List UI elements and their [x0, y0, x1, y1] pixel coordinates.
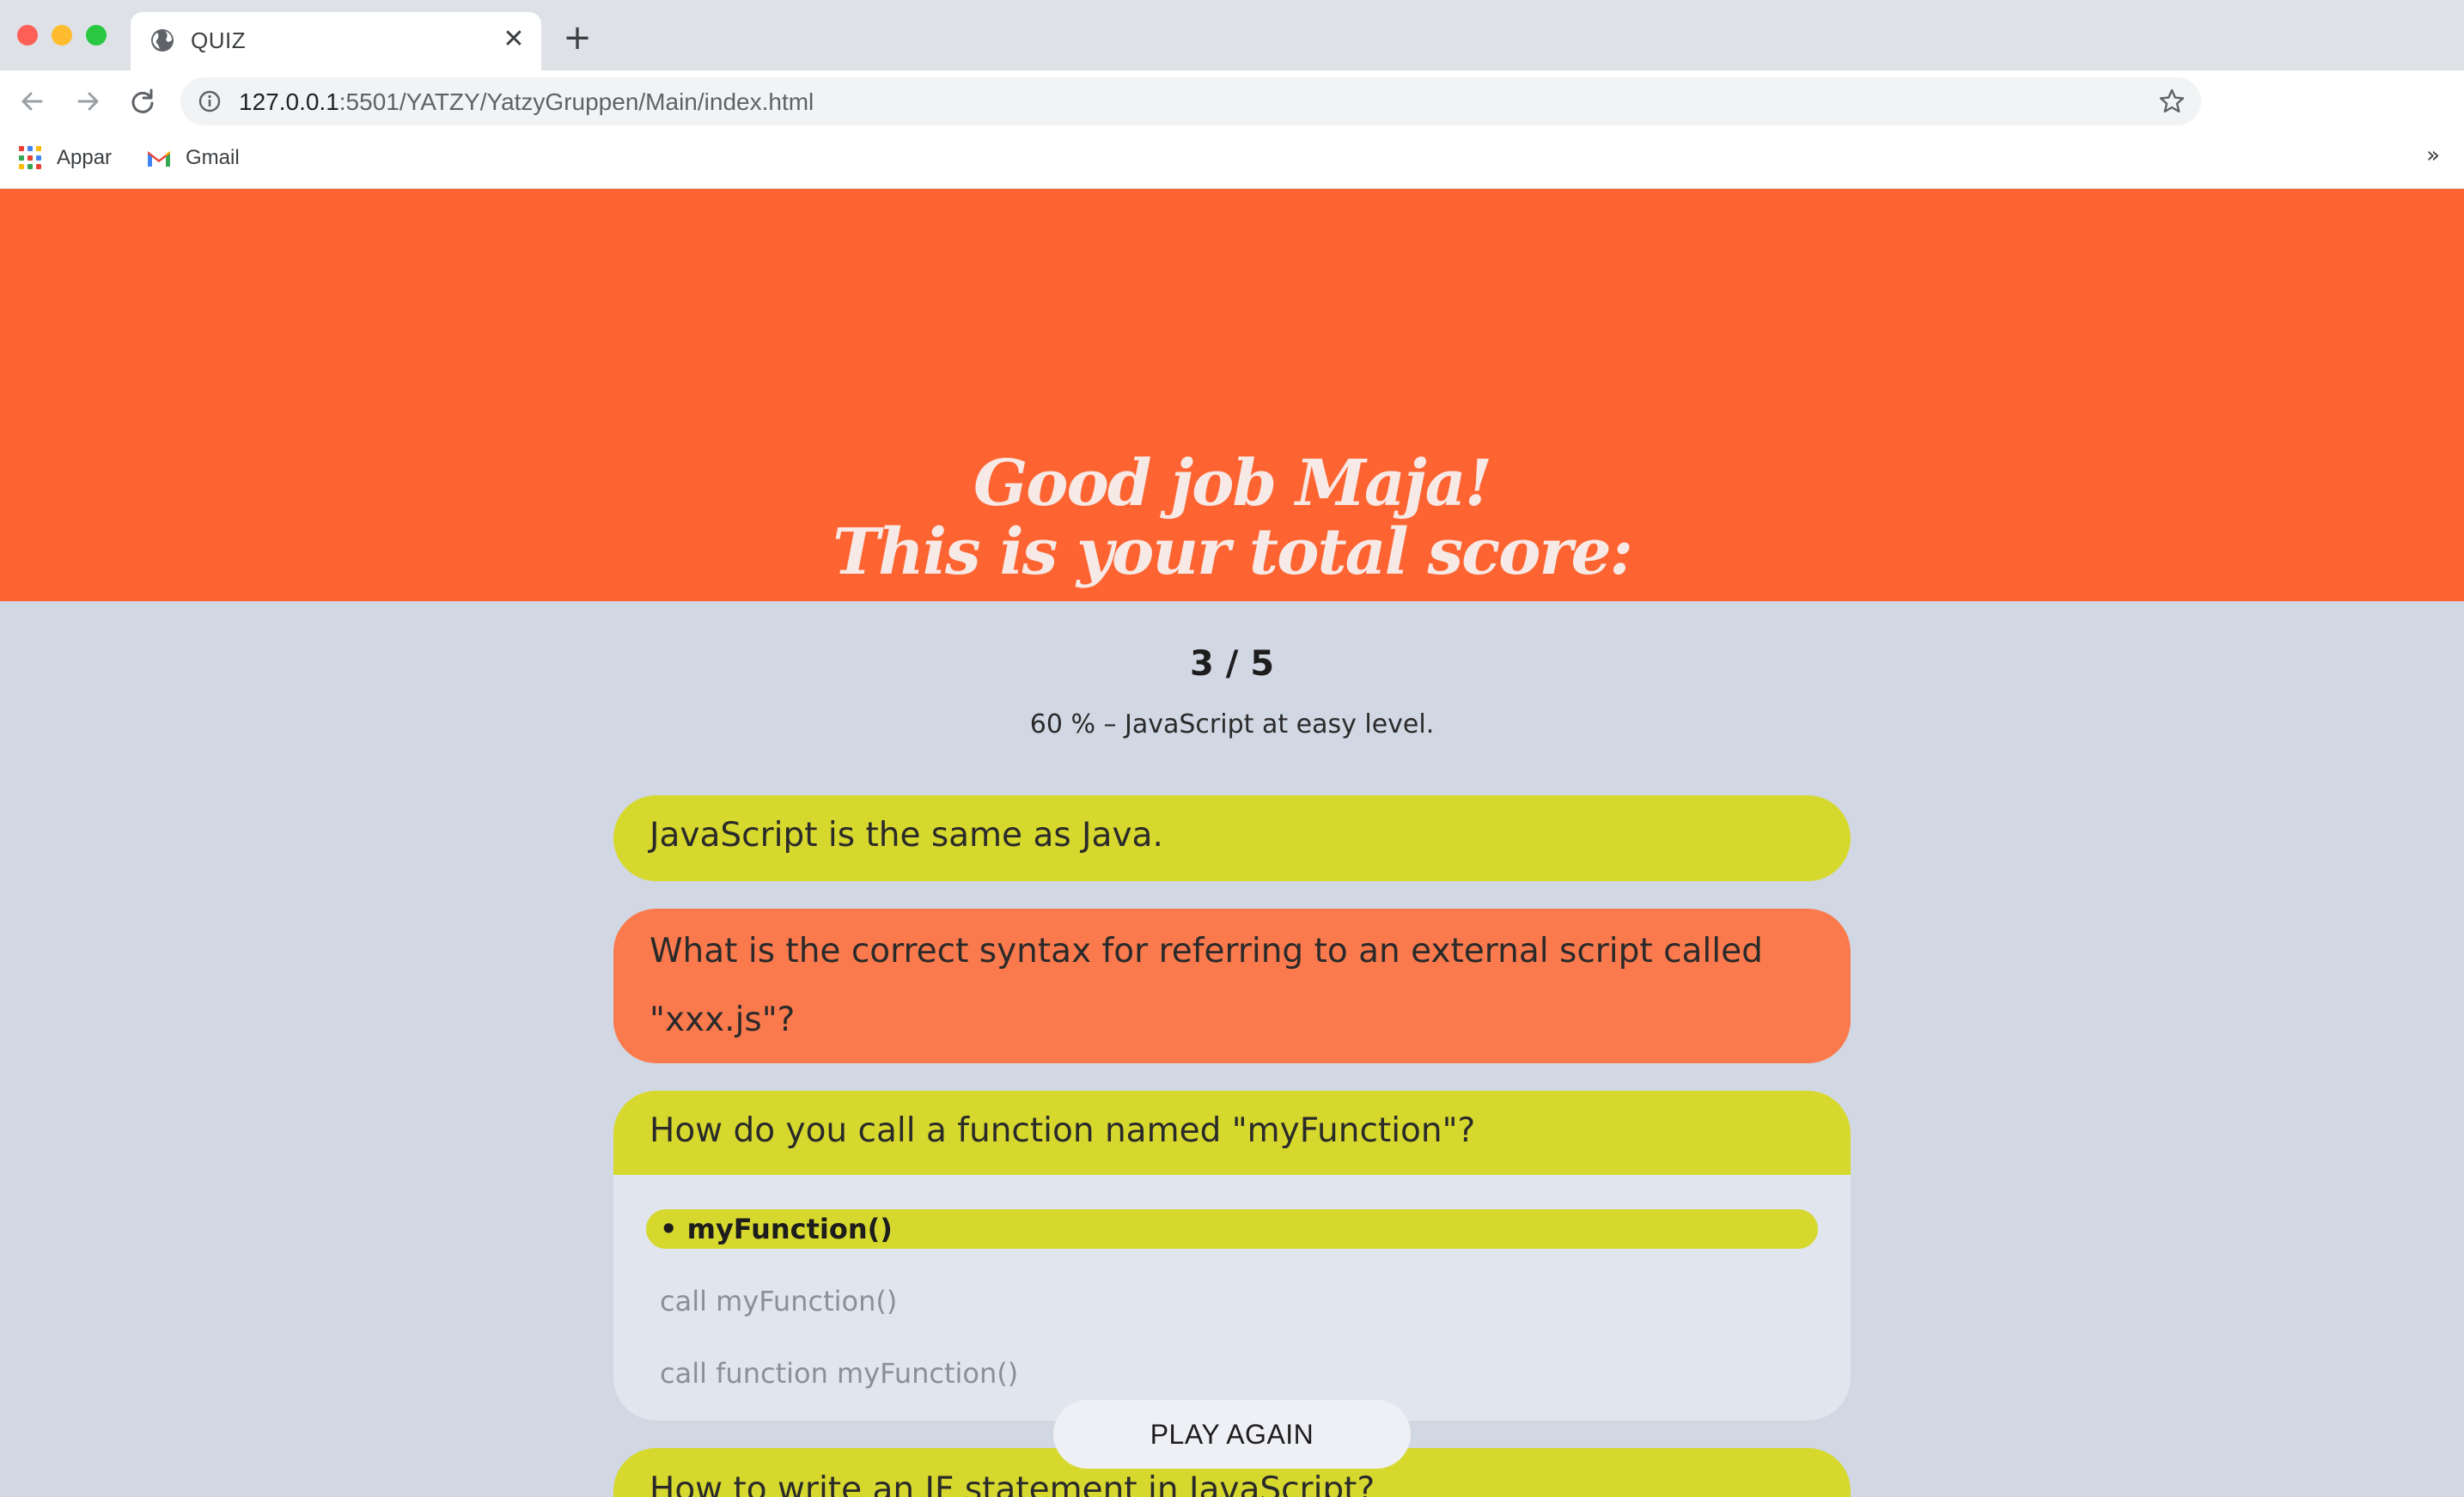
score-summary: 60 % – JavaScript at easy level.	[1029, 709, 1435, 739]
globe-icon	[151, 29, 174, 52]
hero-banner: Good job Maja! This is your total score:	[0, 189, 2464, 601]
bookmark-star-icon[interactable]	[2158, 88, 2186, 115]
question-card-wrong[interactable]: What is the correct syntax for referring…	[613, 909, 1851, 1063]
browser-toolbar: 127.0.0.1:5501/YATZY/YatzyGruppen/Main/i…	[0, 70, 2464, 131]
answer-option: call function myFunction()	[660, 1357, 1019, 1390]
bookmark-apps[interactable]: Appar	[19, 143, 112, 173]
tab-close-icon[interactable]: ✕	[500, 26, 528, 53]
window-minimize-dot[interactable]	[52, 25, 72, 46]
bookmark-label: Gmail	[186, 146, 240, 169]
window-maximize-dot[interactable]	[86, 25, 107, 46]
hero-subtitle: This is your total score:	[833, 515, 1633, 589]
url-host: 127.0.0.1	[239, 88, 339, 115]
new-tab-icon[interactable]: +	[560, 21, 595, 55]
apps-grid-icon	[19, 146, 43, 170]
question-card-expanded[interactable]: How do you call a function named "myFunc…	[613, 1091, 1851, 1421]
question-text: How to write an IF statement in JavaScri…	[650, 1470, 1375, 1497]
bookmarks-bar: Appar Gmail »	[0, 131, 2464, 189]
answer-option: call myFunction()	[660, 1285, 898, 1317]
answer-option-selected: • myFunction()	[646, 1209, 1818, 1249]
bookmark-label: Appar	[57, 146, 113, 169]
hero-greeting: Good job Maja!	[973, 447, 1492, 520]
reload-icon[interactable]	[124, 82, 162, 120]
back-arrow-icon[interactable]	[14, 82, 52, 120]
window-close-dot[interactable]	[17, 25, 38, 46]
browser-tab[interactable]: QUIZ ✕	[131, 12, 541, 70]
question-text: How do you call a function named "myFunc…	[650, 1111, 1476, 1150]
score-value: 3 / 5	[1189, 644, 1275, 684]
gmail-icon	[148, 151, 170, 167]
url-text: 127.0.0.1:5501/YATZY/YatzyGruppen/Main/i…	[239, 88, 814, 116]
play-again-button[interactable]: PLAY AGAIN	[1053, 1400, 1411, 1469]
forward-arrow-icon[interactable]	[69, 82, 107, 120]
results-section: 3 / 5 60 % – JavaScript at easy level. J…	[0, 601, 2464, 1497]
question-text: JavaScript is the same as Java.	[650, 816, 1163, 855]
question-text: What is the correct syntax for referring…	[650, 932, 1763, 1039]
bookmarks-overflow-icon[interactable]: »	[2426, 143, 2440, 168]
question-header[interactable]: How do you call a function named "myFunc…	[613, 1091, 1851, 1175]
browser-tab-bar: QUIZ ✕ +	[0, 0, 2464, 70]
bookmark-gmail[interactable]: Gmail	[146, 143, 240, 173]
url-path: :5501/YATZY/YatzyGruppen/Main/index.html	[338, 88, 814, 115]
question-card-correct[interactable]: JavaScript is the same as Java.	[613, 795, 1851, 881]
info-icon[interactable]	[198, 89, 222, 113]
address-bar[interactable]: 127.0.0.1:5501/YATZY/YatzyGruppen/Main/i…	[180, 77, 2201, 125]
tab-title: QUIZ	[191, 27, 247, 53]
